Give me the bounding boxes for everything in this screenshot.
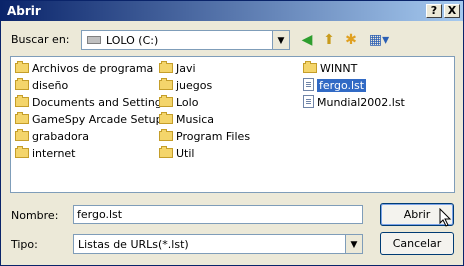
folder-icon <box>303 61 317 73</box>
file-list[interactable]: Archivos de programa diseño Documents and … <box>10 56 455 193</box>
folder-item[interactable]: GameSpy Arcade Setup <box>15 112 163 128</box>
folder-name: Util <box>176 147 195 160</box>
chevron-down-icon[interactable]: ▼ <box>345 235 362 253</box>
folder-icon <box>15 95 29 107</box>
file-item[interactable]: Mundial2002.lst <box>303 95 405 111</box>
folder-icon <box>159 95 173 107</box>
open-dialog: Abrir ? X Buscar en: LOLO (C:) ▼ ◀ ⬆ ✱ ▦… <box>0 0 464 266</box>
window-title: Abrir <box>7 4 41 18</box>
file-name: fergo.lst <box>317 79 367 92</box>
folder-icon <box>159 61 173 73</box>
help-button[interactable]: ? <box>426 4 442 18</box>
mouse-cursor-icon <box>439 208 452 227</box>
file-item[interactable]: fergo.lst <box>303 78 367 94</box>
folder-icon <box>15 61 29 73</box>
folder-item[interactable]: grabadora <box>15 129 89 145</box>
name-label: Nombre: <box>11 209 59 222</box>
folder-icon <box>15 146 29 158</box>
chevron-down-icon[interactable]: ▼ <box>272 31 289 49</box>
file-icon <box>303 95 314 108</box>
folder-name: grabadora <box>32 130 89 143</box>
title-bar[interactable]: Abrir ? X <box>1 1 463 21</box>
up-folder-icon[interactable]: ⬆ <box>320 31 338 49</box>
folder-icon <box>159 78 173 90</box>
file-icon <box>303 78 314 91</box>
folder-icon <box>159 146 173 158</box>
folder-name: Archivos de programa <box>32 62 154 75</box>
folder-name: juegos <box>176 79 213 92</box>
folder-icon <box>15 78 29 90</box>
folder-item[interactable]: Archivos de programa <box>15 61 153 77</box>
folder-name: GameSpy Arcade Setup <box>32 113 163 126</box>
folder-name: WINNT <box>320 62 358 75</box>
folder-name: internet <box>32 147 76 160</box>
folder-item[interactable]: Program Files <box>159 129 250 145</box>
folder-item[interactable]: diseño <box>15 78 68 94</box>
folder-icon <box>159 129 173 141</box>
drive-icon <box>87 36 101 44</box>
folder-item[interactable]: Javi <box>159 61 196 77</box>
folder-icon <box>159 112 173 124</box>
folder-name: Musica <box>176 113 215 126</box>
file-type-value: Listas de URLs(*.lst) <box>78 238 189 251</box>
new-folder-icon[interactable]: ✱ <box>342 31 360 49</box>
folder-item[interactable]: Util <box>159 146 194 162</box>
folder-icon <box>15 129 29 141</box>
file-name-input[interactable]: fergo.lst <box>73 205 363 224</box>
close-button[interactable]: X <box>444 4 460 18</box>
file-name: Mundial2002.lst <box>317 96 405 109</box>
folder-icon <box>15 112 29 124</box>
folder-name: diseño <box>32 79 69 92</box>
folder-item[interactable]: Musica <box>159 112 214 128</box>
folder-name: Lolo <box>176 96 199 109</box>
folder-name: Javi <box>176 62 196 75</box>
folder-item[interactable]: juegos <box>159 78 212 94</box>
folder-item[interactable]: Lolo <box>159 95 198 111</box>
back-arrow-icon[interactable]: ◀ <box>298 31 316 49</box>
folder-item[interactable]: WINNT <box>303 61 357 77</box>
folder-item[interactable]: internet <box>15 146 76 162</box>
folder-name: Documents and Settings <box>32 96 168 109</box>
look-in-value: LOLO (C:) <box>106 34 159 47</box>
folder-name: Program Files <box>176 130 251 143</box>
file-type-combo[interactable]: Listas de URLs(*.lst) ▼ <box>73 234 363 254</box>
folder-item[interactable]: Documents and Settings <box>15 95 168 111</box>
views-menu-icon[interactable]: ▦▾ <box>366 31 392 49</box>
look-in-combo[interactable]: LOLO (C:) ▼ <box>81 30 290 50</box>
type-label: Tipo: <box>11 238 38 251</box>
cancel-button[interactable]: Cancelar <box>380 232 454 255</box>
look-in-label: Buscar en: <box>11 33 70 46</box>
